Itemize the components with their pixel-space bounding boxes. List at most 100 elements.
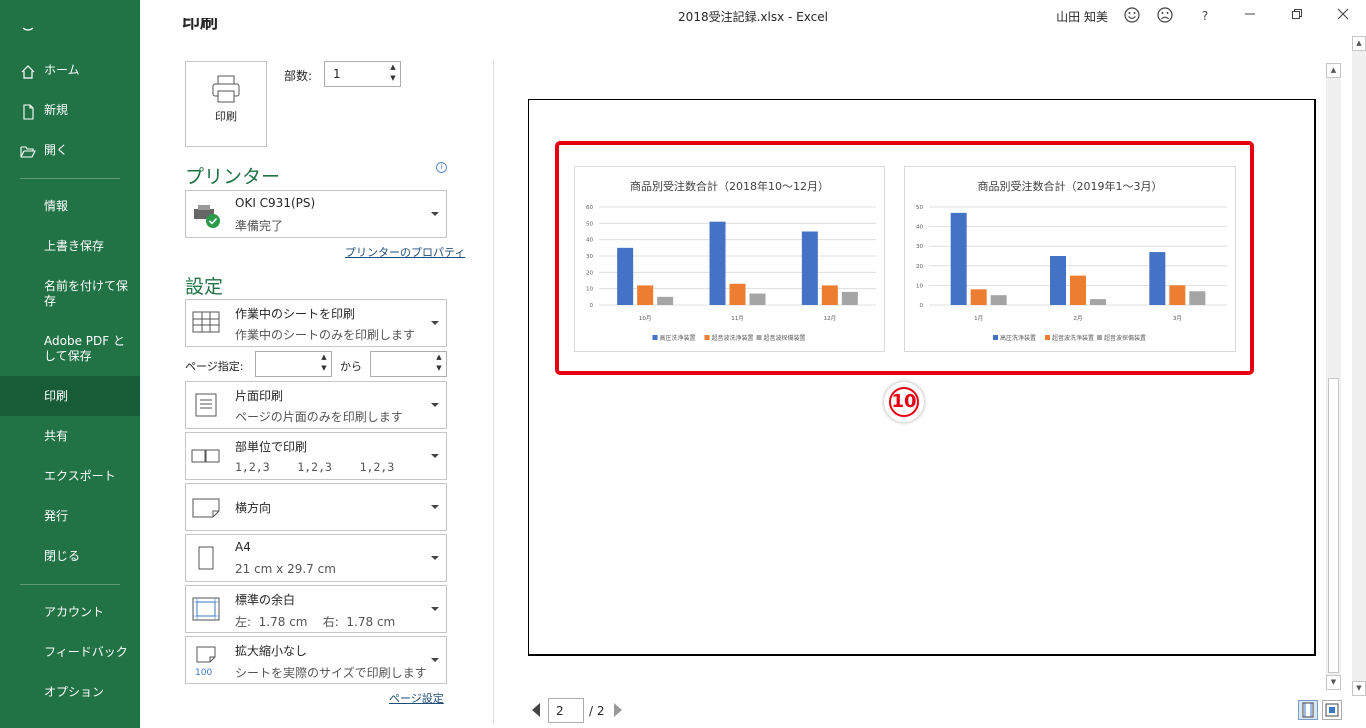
nav-home[interactable]: ホーム (0, 63, 140, 79)
nav-save-as[interactable]: 名前を付けて保存 (0, 279, 136, 309)
paper-sub: 21 cm x 29.7 cm (235, 562, 336, 576)
nav-divider (20, 584, 120, 585)
printer-name: OKI C931(PS) (235, 196, 316, 210)
nav-export[interactable]: エクスポート (0, 469, 140, 484)
info-icon[interactable]: i (436, 162, 447, 173)
smile-icon[interactable] (1122, 6, 1142, 26)
scroll-up-icon[interactable]: ▲ (1326, 63, 1341, 78)
paper-main: A4 (235, 540, 251, 554)
printer-status: 準備完了 (235, 219, 284, 233)
page-to-input[interactable]: ▲ ▼ (370, 351, 447, 377)
chevron-down-icon (431, 403, 439, 407)
nav-publish[interactable]: 発行 (0, 509, 140, 524)
scaling-dropdown[interactable]: 100 拡大縮小なし シートを実際のサイズで印刷します (185, 636, 447, 684)
copies-stepper[interactable]: 1 ▲ ▼ (324, 61, 401, 87)
margins-sub: 左: 1.78 cm 右: 1.78 cm (235, 615, 396, 629)
collate-sub: 1,2,3 1,2,3 1,2,3 (235, 460, 395, 474)
nav-share[interactable]: 共有 (0, 429, 140, 444)
nav-divider (20, 178, 120, 179)
sheet-grid-icon (192, 311, 220, 333)
restore-icon[interactable] (1287, 6, 1307, 26)
scaling-icon-text: 100 (195, 668, 212, 677)
collate-dropdown[interactable]: 部単位で印刷 1,2,3 1,2,3 1,2,3 (185, 432, 447, 480)
printer-section-title: プリンター (185, 166, 281, 188)
chevron-down-icon (431, 505, 439, 509)
next-page-icon[interactable] (614, 703, 622, 717)
zoom-to-page-button[interactable] (1322, 700, 1342, 720)
nav-save[interactable]: 上書き保存 (0, 239, 140, 254)
scroll-down-icon[interactable]: ▼ (1352, 681, 1366, 696)
sides-sub: ページの片面のみを印刷します (235, 410, 403, 424)
nav-open[interactable]: 開く (0, 143, 140, 158)
page-title: 印刷 (182, 18, 218, 30)
pages-to-label: から (340, 360, 362, 373)
close-icon[interactable] (1333, 6, 1353, 26)
nav-print[interactable]: 印刷 (0, 376, 140, 416)
scaling-sub: シートを実際のサイズで印刷します (235, 666, 427, 680)
nav-close[interactable]: 閉じる (0, 549, 140, 564)
stepper-down-icon[interactable]: ▼ (319, 364, 329, 372)
margins-main: 標準の余白 (235, 593, 296, 607)
chevron-down-icon (431, 212, 439, 216)
chevron-down-icon (431, 556, 439, 560)
page-from-input[interactable]: ▲ ▼ (255, 351, 332, 377)
margins-dropdown[interactable]: 標準の余白 左: 1.78 cm 右: 1.78 cm (185, 585, 447, 633)
nav-info[interactable]: 情報 (0, 199, 140, 214)
chevron-down-icon (431, 454, 439, 458)
page-setup-link[interactable]: ページ設定 (389, 690, 444, 706)
print-what-sub: 作業中のシートのみを印刷します (235, 328, 416, 342)
collate-main: 部単位で印刷 (235, 440, 308, 454)
orientation-dropdown[interactable]: 横方向 (185, 483, 447, 531)
print-what-main: 作業中のシートを印刷 (235, 307, 356, 321)
nav-options[interactable]: オプション (0, 685, 140, 700)
new-document-icon (23, 104, 34, 120)
user-name[interactable]: 山田 知美 (1056, 8, 1108, 25)
nav-adobe-pdf[interactable]: Adobe PDF として保存 (0, 334, 136, 364)
previous-page-icon[interactable] (532, 703, 540, 717)
scaling-main: 拡大縮小なし (235, 644, 308, 658)
stepper-up-icon[interactable]: ▲ (319, 353, 329, 361)
collated-icon (191, 449, 220, 463)
backstage-scrollbar[interactable]: ▲ ▼ (1352, 36, 1366, 696)
printer-dropdown[interactable]: OKI C931(PS) 準備完了 (185, 190, 447, 238)
highlight-box (555, 141, 1254, 375)
show-margins-icon (1302, 702, 1314, 718)
stepper-down-icon[interactable]: ▼ (388, 74, 398, 82)
nav-new[interactable]: 新規 (0, 103, 140, 120)
print-button-label: 印刷 (215, 110, 237, 123)
chevron-down-icon (431, 321, 439, 325)
frown-icon[interactable] (1155, 6, 1175, 26)
total-pages: / 2 (589, 704, 605, 718)
current-page-input[interactable]: 2 (548, 698, 584, 723)
preview-scrollbar[interactable]: ▲ ▼ (1326, 63, 1341, 690)
stepper-down-icon[interactable]: ▼ (434, 364, 444, 372)
show-margins-button[interactable] (1298, 700, 1318, 720)
paper-icon (198, 546, 214, 570)
printer-properties-link[interactable]: プリンターのプロパティ (345, 244, 465, 260)
window-title: 2018受注記録.xlsx - Excel (678, 10, 828, 24)
stepper-up-icon[interactable]: ▲ (388, 63, 398, 71)
print-button[interactable]: 印刷 (185, 61, 267, 147)
nav-account[interactable]: アカウント (0, 605, 140, 620)
scroll-up-icon[interactable]: ▲ (1352, 36, 1366, 51)
copies-label: 部数: (284, 69, 313, 83)
minimize-icon[interactable] (1240, 6, 1260, 26)
nav-open-label: 開く (44, 143, 69, 157)
scrollbar-thumb[interactable] (1328, 378, 1339, 673)
print-what-dropdown[interactable]: 作業中のシートを印刷 作業中のシートのみを印刷します (185, 299, 447, 347)
nav-home-label: ホーム (44, 63, 80, 77)
home-icon (21, 65, 35, 79)
scroll-down-icon[interactable]: ▼ (1326, 675, 1341, 690)
nav-feedback[interactable]: フィードバック (0, 645, 140, 660)
margins-icon (192, 597, 220, 621)
orientation-main: 横方向 (235, 501, 272, 515)
back-arrow-icon[interactable] (0, 26, 140, 38)
help-button[interactable]: ? (1195, 6, 1215, 26)
paper-size-dropdown[interactable]: A4 21 cm x 29.7 cm (185, 534, 447, 582)
stepper-up-icon[interactable]: ▲ (434, 353, 444, 361)
step-badge: 10 (884, 382, 924, 422)
printer-icon (212, 75, 240, 103)
landscape-icon (192, 498, 220, 518)
sides-dropdown[interactable]: 片面印刷 ページの片面のみを印刷します (185, 381, 447, 429)
printer-ready-icon (194, 205, 220, 228)
